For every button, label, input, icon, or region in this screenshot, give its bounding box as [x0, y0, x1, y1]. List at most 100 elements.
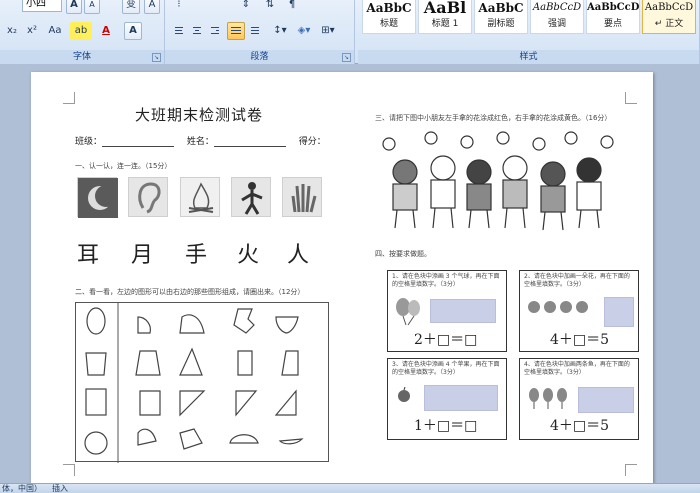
margin-mark [625, 464, 637, 476]
character-2: 月 [131, 243, 154, 268]
borders-icon[interactable]: ⊞▾ [317, 22, 339, 40]
paragraph-dialog-launcher-icon[interactable]: ↘ [342, 53, 351, 62]
task-box-3: 3、请在色块中添画 4 个苹果，再在下面的空格里填数字。（3分） 1＋□＝□ [387, 358, 507, 440]
task-box-2: 2、请在色块中加画一朵花，再在下面的空格里填数字。（3分） 4＋□＝5 [519, 270, 639, 352]
status-bar: 体，中国） 插入 [0, 483, 700, 493]
name-field[interactable] [213, 138, 286, 147]
align-left-icon[interactable] [171, 22, 187, 40]
style-name: 副标题 [487, 19, 515, 29]
font-group-label: 字体 [0, 50, 164, 64]
style-sample: AaBbCcD [644, 2, 694, 13]
person-picture [231, 177, 271, 217]
style-tile-emphasis[interactable]: AaBbCcD 强调 [530, 0, 584, 34]
superscript-button[interactable]: x² [22, 22, 42, 40]
style-sample: AaBbCcD [532, 2, 582, 13]
task-box-4: 4、请在色块中加画两条鱼，再在下面的空格里填数字。（3分） 4＋□＝5 [519, 358, 639, 440]
character-shading-button[interactable]: A [124, 22, 142, 40]
fire-picture [180, 177, 220, 217]
style-name: 标题 1 [431, 19, 459, 29]
hand-picture [282, 177, 322, 217]
style-tile-subtitle[interactable]: AaBbC 副标题 [474, 0, 528, 34]
language-indicator[interactable]: 体，中国） [2, 484, 42, 493]
sort-icon[interactable]: ⇅ [261, 0, 279, 14]
character-4: 火 [237, 243, 260, 268]
distributed-icon[interactable] [247, 22, 263, 40]
question-4: 四、按要求做题。 [375, 250, 431, 258]
styles-group-label: 样式 [358, 50, 699, 64]
style-name: ↵ 正文 [654, 19, 684, 29]
line-spacing-icon[interactable]: ⇕ [237, 0, 255, 14]
color-block[interactable] [578, 387, 634, 413]
margin-mark [63, 92, 75, 104]
style-sample: AaBbCcD [587, 2, 639, 13]
task-text: 4、请在色块中加画两条鱼，再在下面的空格里填数字。（3分） [524, 361, 630, 376]
task-text: 2、请在色块中加画一朵花，再在下面的空格里填数字。（3分） [524, 273, 630, 288]
ribbon: 小四 A A 变 A x₂ x² Aa ab A A 字体 ↘ ⁝ ⇕ ⇅ ¶ … [0, 0, 700, 64]
name-label: 姓名： [186, 137, 214, 147]
color-block[interactable] [604, 297, 634, 327]
style-sample: AaBbC [366, 1, 412, 15]
moon-picture [77, 177, 118, 218]
grow-font-button[interactable]: A [66, 0, 82, 14]
style-tile-normal[interactable]: AaBbCcD ↵ 正文 [642, 0, 696, 34]
style-sample: AaBbC [478, 1, 524, 15]
highlight-button[interactable]: ab [70, 22, 92, 40]
class-label: 班级： [75, 137, 103, 147]
character-5: 人 [287, 243, 310, 268]
exam-title: 大班期末检测试卷 [134, 106, 263, 124]
color-block[interactable] [430, 299, 496, 323]
phonetic-guide-button[interactable]: 变 [122, 0, 140, 14]
style-sample: AaBl [423, 0, 467, 17]
character-3: 手 [185, 243, 208, 268]
style-tile-strong[interactable]: AaBbCcD 要点 [586, 0, 640, 34]
flowers-icon [528, 301, 588, 313]
font-color-button[interactable]: A [96, 22, 116, 40]
insert-mode-indicator[interactable]: 插入 [52, 484, 68, 493]
style-tile-title[interactable]: AaBbC 标题 [362, 0, 416, 34]
font-size-box[interactable]: 小四 [22, 0, 62, 12]
balloons-icon [396, 298, 420, 326]
style-name: 要点 [603, 19, 622, 29]
task-text: 1、请在色块中添画 3 个气球，再在下面的空格里填数字。（3分） [392, 273, 500, 288]
question-2: 二、看一看，左边的图形可以由右边的那些图形组成，请圈出来。（12分） [75, 288, 305, 296]
style-name: 标题 [379, 19, 398, 29]
task-text: 3、请在色块中添画 4 个苹果，再在下面的空格里填数字。（3分） [392, 361, 500, 376]
change-case-button[interactable]: Aa [44, 22, 66, 40]
character-1: 耳 [77, 243, 100, 268]
paragraph-group-label: 段落 [165, 50, 354, 64]
task-equation: 4＋□＝5 [550, 332, 610, 348]
line-spacing-dropdown-icon[interactable]: ↕▾ [269, 22, 291, 40]
align-right-icon[interactable] [207, 22, 223, 40]
bullets-icon[interactable]: ⁝ [171, 0, 187, 14]
student-info-row: 班级： 姓名： 得分： [75, 134, 326, 147]
task-equation: 4＋□＝5 [550, 418, 610, 434]
margin-mark [63, 464, 75, 476]
show-marks-icon[interactable]: ¶ [283, 0, 301, 14]
ear-picture [128, 177, 168, 217]
shading-icon[interactable]: ◈▾ [293, 22, 315, 40]
margin-mark [625, 92, 637, 104]
children-illustration [375, 128, 625, 236]
task-equation: 1＋□＝□ [414, 418, 478, 434]
document-page[interactable]: 大班期末检测试卷 班级： 姓名： 得分： 一、认一认，连一连。（15分） 耳 月… [31, 72, 653, 483]
apple-icon [398, 387, 410, 402]
question-3: 三、请把下图中小朋友左手拿的花涂成红色，右手拿的花涂成黄色。（16分） [375, 114, 612, 122]
style-name: 强调 [547, 19, 566, 29]
document-workspace: 大班期末检测试卷 班级： 姓名： 得分： 一、认一认，连一连。（15分） 耳 月… [0, 64, 700, 483]
align-center-icon[interactable] [189, 22, 205, 40]
strikethrough-button[interactable]: x₂ [2, 22, 22, 40]
shrink-font-button[interactable]: A [84, 0, 100, 14]
style-tile-heading1[interactable]: AaBl 标题 1 [418, 0, 472, 34]
paragraph-group: ⁝ ⇕ ⇅ ¶ ↕▾ ◈▾ ⊞▾ 段落 ↘ [165, 0, 355, 64]
justify-icon[interactable] [227, 22, 245, 40]
class-field[interactable] [102, 138, 175, 147]
color-block[interactable] [424, 385, 498, 411]
character-border-button[interactable]: A [144, 0, 160, 14]
shapes-grid [75, 302, 329, 463]
task-box-1: 1、请在色块中添画 3 个气球，再在下面的空格里填数字。（3分） 2＋□＝□ [387, 270, 507, 352]
task-equation: 2＋□＝□ [414, 332, 478, 348]
question-1: 一、认一认，连一连。（15分） [75, 162, 172, 170]
score-label: 得分： [298, 137, 326, 147]
fish-icon [529, 388, 567, 409]
font-dialog-launcher-icon[interactable]: ↘ [152, 53, 161, 62]
